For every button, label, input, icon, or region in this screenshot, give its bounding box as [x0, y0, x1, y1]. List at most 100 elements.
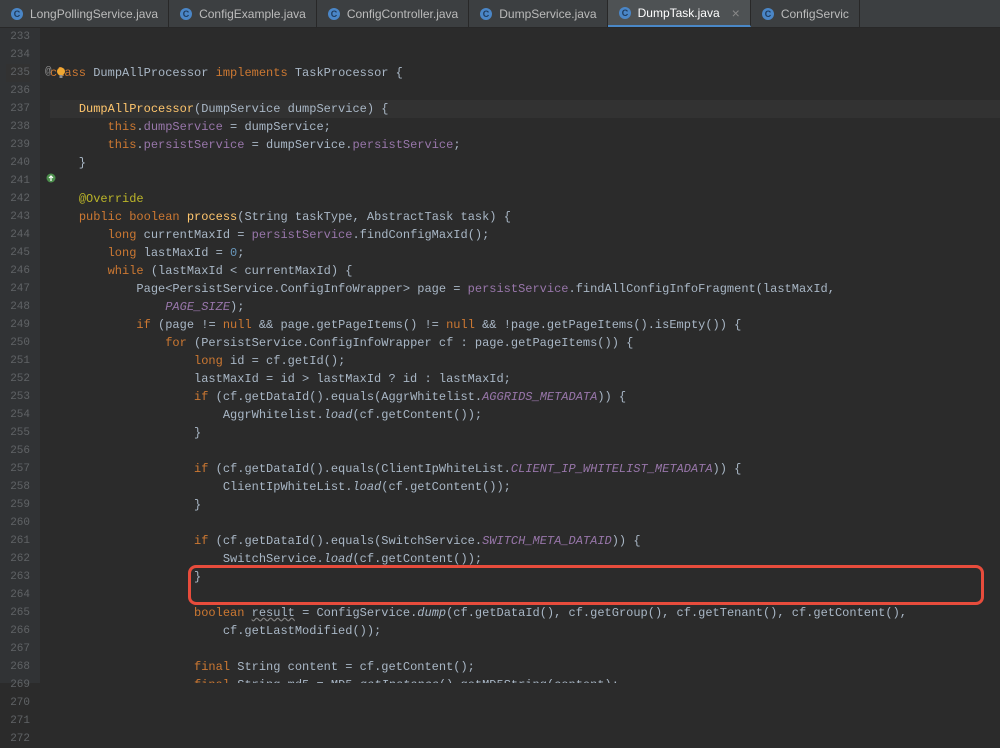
gutter-line: 250: [6, 334, 30, 352]
code-line[interactable]: [50, 640, 1000, 658]
code-line[interactable]: for (PersistService.ConfigInfoWrapper cf…: [50, 334, 1000, 352]
gutter-line: 264: [6, 586, 30, 604]
svg-text:C: C: [331, 9, 338, 19]
gutter-line: 243: [6, 208, 30, 226]
editor-area: 2332342352362372382392402412422432442452…: [0, 28, 1000, 683]
gutter-line: 261: [6, 532, 30, 550]
gutter-line: 257: [6, 460, 30, 478]
gutter-line: 252: [6, 370, 30, 388]
code-line[interactable]: public boolean process(String taskType, …: [50, 208, 1000, 226]
code-line[interactable]: lastMaxId = id > lastMaxId ? id : lastMa…: [50, 370, 1000, 388]
gutter-line: 272: [6, 730, 30, 748]
code-line[interactable]: DumpAllProcessor(DumpService dumpService…: [50, 100, 1000, 118]
gutter-line: 263: [6, 568, 30, 586]
code-line[interactable]: final String md5 = MD5.getInstance().get…: [50, 676, 1000, 683]
gutter-line: 262: [6, 550, 30, 568]
code-line[interactable]: long lastMaxId = 0;: [50, 244, 1000, 262]
java-class-icon: C: [761, 7, 775, 21]
gutter-line: 260: [6, 514, 30, 532]
gutter-line: 241: [6, 172, 30, 190]
code-line[interactable]: boolean result = ConfigService.dump(cf.g…: [50, 604, 1000, 622]
code-line[interactable]: }: [50, 496, 1000, 514]
code-line[interactable]: if (cf.getDataId().equals(ClientIpWhiteL…: [50, 460, 1000, 478]
svg-text:C: C: [621, 8, 628, 18]
gutter-line: 270: [6, 694, 30, 712]
gutter-line: 248: [6, 298, 30, 316]
gutter-line: 269: [6, 676, 30, 694]
editor-tabs: C LongPollingService.java C ConfigExample.j…: [0, 0, 1000, 28]
code-line[interactable]: Page<PersistService.ConfigInfoWrapper> p…: [50, 280, 1000, 298]
gutter-line: 234: [6, 46, 30, 64]
tab-configservic[interactable]: C ConfigServic: [751, 0, 860, 27]
code-line[interactable]: }: [50, 424, 1000, 442]
gutter-line: 237: [6, 100, 30, 118]
gutter-line: 238: [6, 118, 30, 136]
tab-configcontroller-java[interactable]: C ConfigController.java: [317, 0, 469, 27]
gutter-line: 239: [6, 136, 30, 154]
code-line[interactable]: this.persistService = dumpService.persis…: [50, 136, 1000, 154]
gutter-line: 267: [6, 640, 30, 658]
code-line[interactable]: [50, 514, 1000, 532]
code-line[interactable]: PAGE_SIZE);: [50, 298, 1000, 316]
svg-text:C: C: [14, 9, 21, 19]
gutter-line: 247: [6, 280, 30, 298]
gutter-line: 249: [6, 316, 30, 334]
java-class-icon: C: [479, 7, 493, 21]
vcs-change-marker-icon: @: [45, 66, 52, 78]
gutter-line: 258: [6, 478, 30, 496]
gutter-line: 235: [6, 64, 30, 82]
tab-label: ConfigController.java: [347, 7, 458, 21]
code-line[interactable]: final String content = cf.getContent();: [50, 658, 1000, 676]
gutter-line: 253: [6, 388, 30, 406]
tab-dumptask-java[interactable]: C DumpTask.java ×: [608, 0, 751, 27]
code-line[interactable]: [50, 586, 1000, 604]
java-class-icon: C: [179, 7, 193, 21]
svg-text:C: C: [765, 9, 772, 19]
code-line[interactable]: AggrWhitelist.load(cf.getContent());: [50, 406, 1000, 424]
gutter-line: 271: [6, 712, 30, 730]
code-line[interactable]: cf.getLastModified());: [50, 622, 1000, 640]
java-class-icon: C: [327, 7, 341, 21]
intention-bulb-icon[interactable]: [54, 66, 68, 86]
code-line[interactable]: @Override: [50, 190, 1000, 208]
code-line[interactable]: if (cf.getDataId().equals(AggrWhitelist.…: [50, 388, 1000, 406]
tab-dumpservice-java[interactable]: C DumpService.java: [469, 0, 607, 27]
tab-label: DumpService.java: [499, 7, 596, 21]
code-area[interactable]: class DumpAllProcessor implements TaskPr…: [40, 28, 1000, 683]
code-line[interactable]: while (lastMaxId < currentMaxId) {: [50, 262, 1000, 280]
java-class-icon: C: [10, 7, 24, 21]
gutter-line: 255: [6, 424, 30, 442]
svg-text:C: C: [183, 9, 190, 19]
code-line[interactable]: this.dumpService = dumpService;: [50, 118, 1000, 136]
gutter-line: 233: [6, 28, 30, 46]
tab-label: ConfigServic: [781, 7, 849, 21]
gutter-line: 242: [6, 190, 30, 208]
gutter-line: 254: [6, 406, 30, 424]
code-line[interactable]: if (page != null && page.getPageItems() …: [50, 316, 1000, 334]
code-line[interactable]: ClientIpWhiteList.load(cf.getContent());: [50, 478, 1000, 496]
code-line[interactable]: }: [50, 568, 1000, 586]
gutter-line: 266: [6, 622, 30, 640]
svg-text:C: C: [483, 9, 490, 19]
code-line[interactable]: if (cf.getDataId().equals(SwitchService.…: [50, 532, 1000, 550]
code-line[interactable]: class DumpAllProcessor implements TaskPr…: [50, 64, 1000, 82]
code-line[interactable]: [50, 82, 1000, 100]
code-line[interactable]: [50, 442, 1000, 460]
code-line[interactable]: long currentMaxId = persistService.findC…: [50, 226, 1000, 244]
gutter-line: 240: [6, 154, 30, 172]
tab-configexample-java[interactable]: C ConfigExample.java: [169, 0, 317, 27]
code-line[interactable]: SwitchService.load(cf.getContent());: [50, 550, 1000, 568]
tab-longpollingservice-java[interactable]: C LongPollingService.java: [0, 0, 169, 27]
close-icon[interactable]: ×: [732, 5, 740, 21]
gutter-line: 245: [6, 244, 30, 262]
code-line[interactable]: [50, 172, 1000, 190]
gutter-line: 236: [6, 82, 30, 100]
code-line[interactable]: }: [50, 154, 1000, 172]
tab-label: LongPollingService.java: [30, 7, 158, 21]
tab-label: ConfigExample.java: [199, 7, 306, 21]
gutter-line: 246: [6, 262, 30, 280]
tab-label: DumpTask.java: [638, 6, 720, 20]
code-line[interactable]: long id = cf.getId();: [50, 352, 1000, 370]
java-class-icon: C: [618, 6, 632, 20]
gutter-line: 244: [6, 226, 30, 244]
